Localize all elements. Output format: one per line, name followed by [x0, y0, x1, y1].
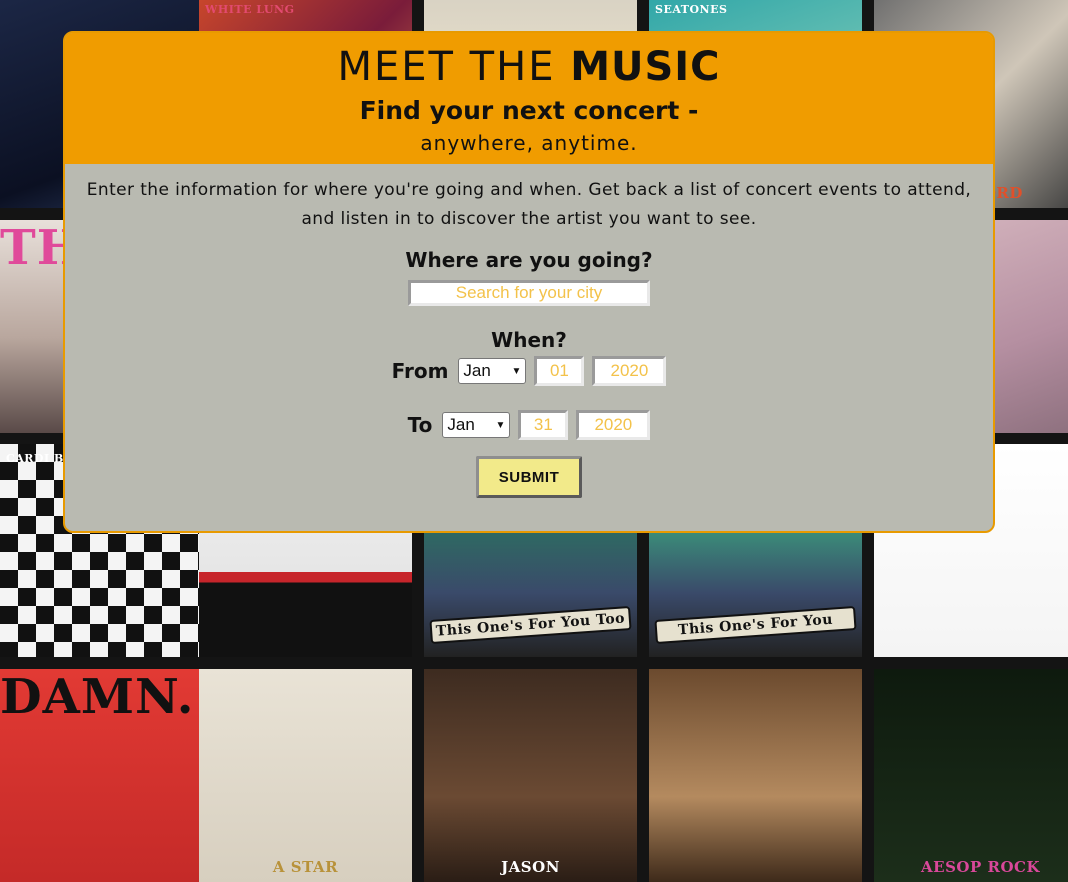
album-cover-caption: AESOP ROCK	[921, 858, 1040, 876]
intro-text: Enter the information for where you're g…	[86, 180, 972, 229]
to-month-select[interactable]: Jan ▼	[442, 412, 511, 438]
album-cover: JASON	[424, 669, 637, 882]
from-label: From	[391, 359, 449, 383]
album-cover: DAMN.	[0, 669, 213, 882]
album-cover-caption: DAMN.	[0, 669, 195, 725]
tagline: Find your next concert -	[359, 96, 699, 125]
album-cover-caption: JASON	[501, 858, 560, 876]
submit-button[interactable]: SUBMIT	[476, 456, 582, 498]
app-title-bold: MUSIC	[570, 44, 721, 90]
city-search-input[interactable]	[408, 280, 650, 306]
from-month-select[interactable]: Jan ▼	[458, 358, 527, 384]
album-cover-caption: This One's For You	[654, 606, 857, 644]
from-date-row: From Jan ▼	[65, 356, 993, 386]
from-month-value: Jan	[463, 361, 491, 380]
search-modal: MEET THE MUSIC Find your next concert - …	[63, 31, 995, 533]
album-cover-caption: SEATONES	[655, 3, 728, 16]
album-cover-caption: A STAR	[272, 858, 339, 876]
album-cover-caption: This One's For You Too	[429, 606, 632, 644]
chevron-down-icon: ▼	[511, 365, 522, 377]
city-field-wrap	[65, 280, 993, 306]
tagline-sub: anywhere, anytime.	[420, 131, 638, 155]
from-year-input[interactable]	[592, 356, 667, 386]
to-month-value: Jan	[447, 415, 475, 434]
to-label: To	[407, 413, 433, 437]
album-cover	[649, 669, 862, 882]
to-date-row: To Jan ▼	[65, 410, 993, 440]
app-title-light: MEET THE	[337, 44, 571, 90]
modal-header: MEET THE MUSIC Find your next concert - …	[65, 33, 993, 164]
chevron-down-icon: ▼	[495, 419, 506, 431]
album-cover: AESOP ROCK	[874, 669, 1068, 882]
when-label: When?	[491, 328, 567, 352]
to-year-input[interactable]	[576, 410, 651, 440]
from-day-input[interactable]	[534, 356, 585, 386]
submit-wrap: SUBMIT	[65, 456, 993, 498]
app-title: MEET THE MUSIC	[65, 33, 993, 90]
album-cover: A STAR	[199, 669, 412, 882]
album-cover-caption: WHITE LUNG	[205, 3, 295, 16]
to-day-input[interactable]	[518, 410, 569, 440]
where-label: Where are you going?	[405, 248, 653, 272]
